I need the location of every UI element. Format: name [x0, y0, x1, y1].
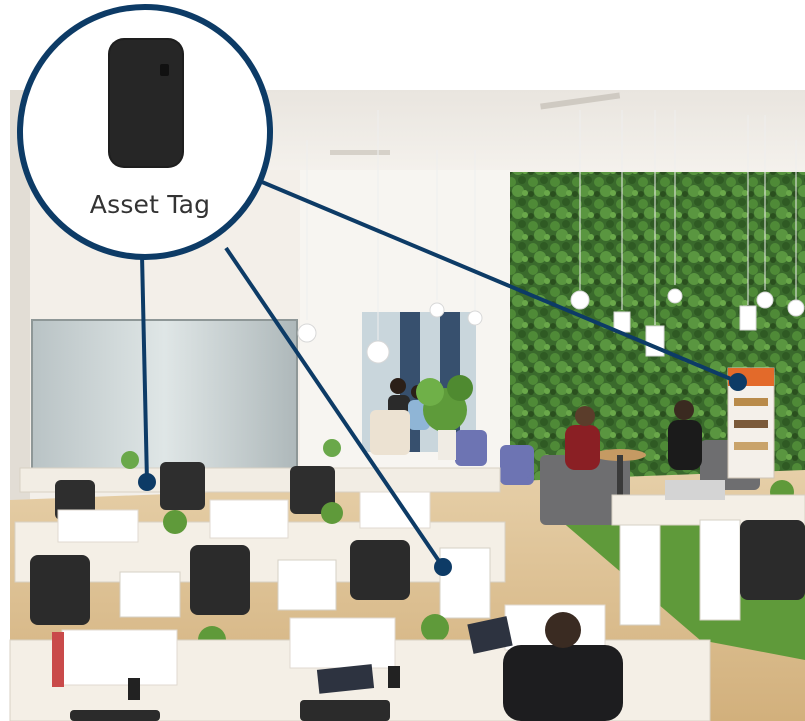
- red-folder: [52, 632, 64, 687]
- frosted-glass-panel: [32, 320, 297, 470]
- pen-holder: [128, 678, 140, 700]
- callout-label: Asset Tag: [89, 190, 211, 219]
- person-black-jacket: [668, 420, 702, 470]
- office-photo: [0, 0, 805, 721]
- person-red-sweater: [565, 425, 600, 470]
- asset-tag-device-icon: [108, 38, 184, 168]
- file-trays: [665, 480, 725, 500]
